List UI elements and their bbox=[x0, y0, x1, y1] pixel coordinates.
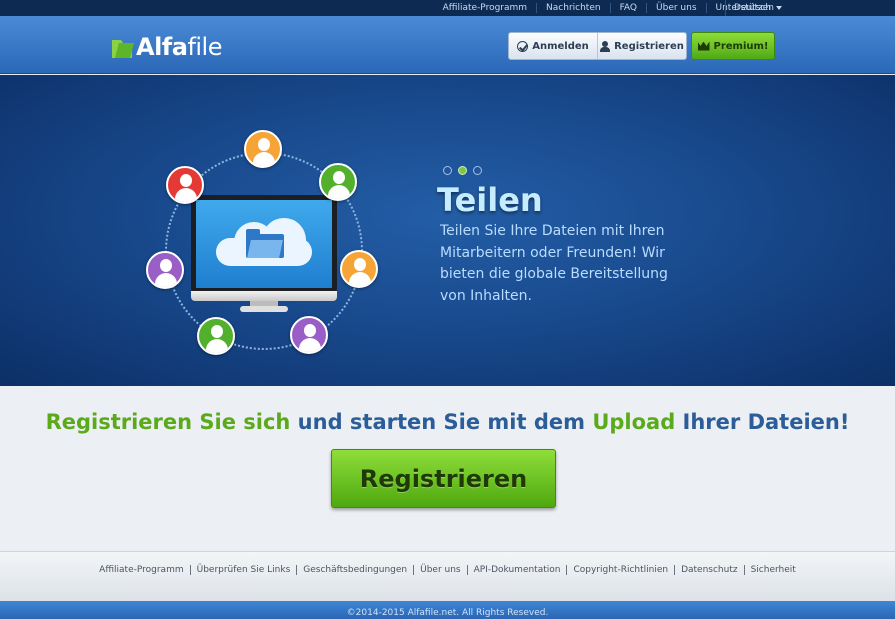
logo[interactable]: Alfafile bbox=[112, 33, 222, 61]
copyright-text: ©2014-2015 Alfafile.net. All Rights Rese… bbox=[346, 608, 549, 618]
register-cta-button[interactable]: Registrieren bbox=[331, 449, 556, 508]
copyright-bar: ©2014-2015 Alfafile.net. All Rights Rese… bbox=[0, 601, 895, 619]
user-group-avatar-icon bbox=[290, 316, 328, 354]
language-select[interactable]: Deutsch bbox=[725, 0, 783, 16]
hero-description: Teilen Sie Ihre Dateien mit Ihren Mitarb… bbox=[440, 223, 668, 304]
cta-section: Registrieren Sie sich und starten Sie mi… bbox=[0, 386, 895, 551]
logo-text-light: file bbox=[187, 33, 222, 61]
cta-headline-end: Ihrer Dateien! bbox=[675, 410, 850, 434]
login-button[interactable]: Anmelden bbox=[509, 33, 597, 59]
folder-logo-icon bbox=[112, 36, 134, 58]
user-avatar-icon bbox=[319, 163, 357, 201]
language-label: Deutsch bbox=[734, 3, 772, 13]
folder-icon bbox=[246, 229, 284, 258]
top-nav-faq[interactable]: FAQ bbox=[609, 3, 646, 13]
premium-button[interactable]: Premium! bbox=[691, 32, 775, 60]
check-circle-icon bbox=[517, 40, 529, 52]
footer-link-about[interactable]: Über uns bbox=[413, 565, 467, 575]
user-avatar-icon bbox=[166, 166, 204, 204]
crown-icon bbox=[697, 41, 710, 51]
monitor-icon bbox=[191, 195, 337, 293]
footer-link-check-links[interactable]: Überprüfen Sie Links bbox=[189, 565, 297, 575]
user-icon bbox=[600, 40, 611, 52]
footer-link-terms[interactable]: Geschäftsbedingungen bbox=[296, 565, 413, 575]
footer-link-security[interactable]: Sicherheit bbox=[743, 565, 802, 575]
top-nav-about[interactable]: Über uns bbox=[646, 3, 706, 13]
register-button[interactable]: Registrieren bbox=[597, 33, 686, 59]
user-avatar-icon bbox=[340, 250, 378, 288]
footer-links: Affiliate-Programm Überprüfen Sie Links … bbox=[0, 565, 895, 575]
footer-link-privacy[interactable]: Datenschutz bbox=[674, 565, 744, 575]
footer-link-api-docs[interactable]: API-Dokumentation bbox=[466, 565, 567, 575]
footer: Affiliate-Programm Überprüfen Sie Links … bbox=[0, 551, 895, 601]
cta-headline-upload: Upload bbox=[592, 410, 676, 434]
hero-title: Teilen bbox=[437, 181, 543, 219]
monitor-screen bbox=[196, 200, 332, 288]
header: Alfafile Anmelden Registrieren Premium! bbox=[0, 16, 895, 74]
cta-headline-middle: und starten Sie mit dem bbox=[290, 410, 593, 434]
user-avatar-icon bbox=[244, 130, 282, 168]
monitor-base bbox=[240, 306, 288, 312]
register-button-label: Registrieren bbox=[614, 40, 684, 52]
user-avatar-icon bbox=[146, 251, 184, 289]
slider-dot-2[interactable] bbox=[458, 166, 467, 175]
premium-button-label: Premium! bbox=[713, 40, 769, 52]
slider-dot-1[interactable] bbox=[443, 166, 452, 175]
slider-dots bbox=[443, 166, 482, 175]
top-nav-affiliate[interactable]: Affiliate-Programm bbox=[434, 3, 536, 13]
top-nav-news[interactable]: Nachrichten bbox=[536, 3, 610, 13]
slider-dot-3[interactable] bbox=[473, 166, 482, 175]
footer-link-copyright-policy[interactable]: Copyright-Richtlinien bbox=[566, 565, 674, 575]
auth-button-group: Anmelden Registrieren bbox=[508, 32, 687, 60]
cta-headline-register: Registrieren Sie sich bbox=[45, 410, 291, 434]
cta-headline: Registrieren Sie sich und starten Sie mi… bbox=[0, 410, 895, 434]
monitor-chin bbox=[191, 291, 337, 301]
footer-link-affiliate[interactable]: Affiliate-Programm bbox=[93, 565, 189, 575]
top-nav-bar: Affiliate-Programm Nachrichten FAQ Über … bbox=[0, 0, 895, 16]
chevron-down-icon bbox=[776, 6, 783, 10]
user-avatar-icon bbox=[197, 317, 235, 355]
logo-text-bold: Alfa bbox=[136, 33, 188, 61]
logo-text: Alfafile bbox=[136, 33, 222, 61]
login-button-label: Anmelden bbox=[532, 40, 589, 52]
hero-banner: Teilen Teilen Sie Ihre Dateien mit Ihren… bbox=[0, 75, 895, 386]
